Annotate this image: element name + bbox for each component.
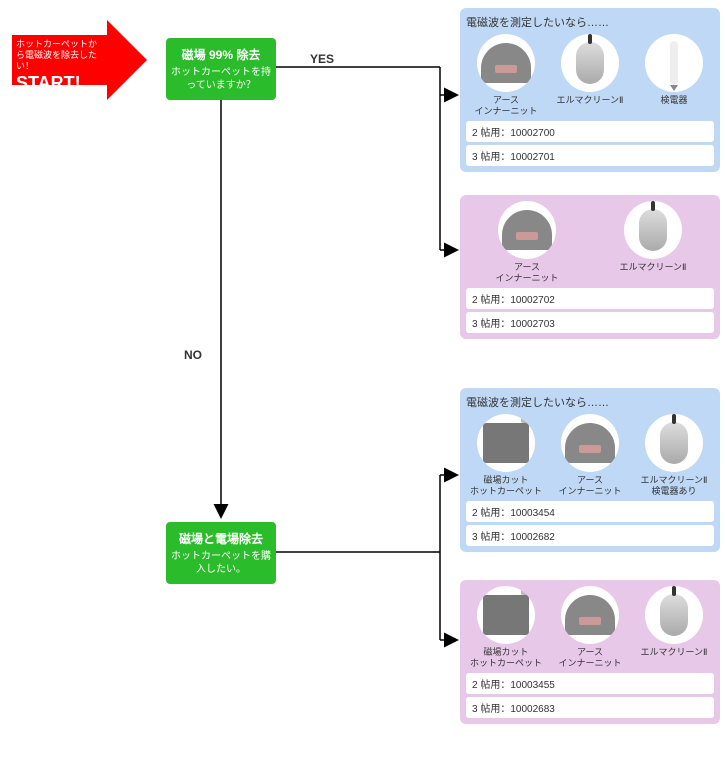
knit-icon	[481, 43, 531, 83]
product-image	[645, 34, 703, 92]
product-name: エルマクリーンⅡ	[550, 95, 630, 106]
label-yes: YES	[310, 52, 334, 66]
product-name: 磁場カットホットカーペット	[466, 475, 546, 497]
product-item: アースインナーニット	[466, 34, 546, 117]
product-name: 検電器	[634, 95, 714, 106]
start-arrow: ホットカーペットから電磁波を除去したい！ START!	[12, 20, 152, 100]
sku-row: 2 帖用：10002700	[466, 121, 714, 142]
node2-sub: ホットカーペットを購入したい。	[170, 550, 272, 576]
pen-icon	[670, 41, 678, 85]
product-item: エルマクリーンⅡ	[550, 34, 630, 117]
product-name: 磁場カットホットカーペット	[466, 647, 546, 669]
node1-title: 磁場 99% 除去	[170, 46, 272, 63]
product-image	[645, 586, 703, 644]
panel-3: 電磁波を測定したいなら…… 磁場カットホットカーペットアースインナーニットエルマ…	[460, 388, 720, 552]
product-item: エルマクリーンⅡ	[592, 201, 714, 284]
decision-node-2: 磁場と電場除去 ホットカーペットを購入したい。	[166, 522, 276, 584]
product-name: アースインナーニット	[550, 647, 630, 669]
sku-row: 2 帖用：10003455	[466, 673, 714, 694]
sku-row: 3 帖用：10002683	[466, 697, 714, 718]
node1-sub: ホットカーペットを持っていますか？	[170, 66, 272, 92]
panel-1-header: 電磁波を測定したいなら……	[466, 14, 714, 30]
start-line1: ホットカーペットから電磁波を除去したい！	[16, 39, 103, 71]
product-image	[477, 414, 535, 472]
panel-4: 磁場カットホットカーペットアースインナーニットエルマクリーンⅡ 2 帖用：100…	[460, 580, 720, 724]
sku-row: 2 帖用：10002702	[466, 288, 714, 309]
product-image	[498, 201, 556, 259]
product-item: アースインナーニット	[466, 201, 588, 284]
product-item: 磁場カットホットカーペット	[466, 586, 546, 669]
label-no: NO	[184, 348, 202, 362]
sku-row: 2 帖用：10003454	[466, 501, 714, 522]
panel-2: アースインナーニットエルマクリーンⅡ 2 帖用：10002702 3 帖用：100…	[460, 195, 720, 339]
product-item: 磁場カットホットカーペット	[466, 414, 546, 497]
product-name: エルマクリーンⅡ	[592, 262, 714, 273]
product-image	[477, 34, 535, 92]
carpet-icon	[483, 595, 529, 635]
carpet-icon	[483, 423, 529, 463]
product-name: アースインナーニット	[550, 475, 630, 497]
knit-icon	[565, 595, 615, 635]
product-image	[624, 201, 682, 259]
product-image	[645, 414, 703, 472]
knit-icon	[502, 210, 552, 250]
product-image	[561, 34, 619, 92]
decision-node-1: 磁場 99% 除去 ホットカーペットを持っていますか？	[166, 38, 276, 100]
start-line2: START!	[16, 73, 103, 94]
mouse-icon	[639, 209, 667, 251]
sku-row: 3 帖用：10002701	[466, 145, 714, 166]
product-item: エルマクリーンⅡ検電器あり	[634, 414, 714, 497]
node2-title: 磁場と電場除去	[170, 530, 272, 547]
product-name: アースインナーニット	[466, 262, 588, 284]
product-image	[561, 414, 619, 472]
product-name: エルマクリーンⅡ検電器あり	[634, 475, 714, 497]
sku-row: 3 帖用：10002682	[466, 525, 714, 546]
product-item: アースインナーニット	[550, 586, 630, 669]
mouse-icon	[660, 594, 688, 636]
product-item: アースインナーニット	[550, 414, 630, 497]
product-item: エルマクリーンⅡ	[634, 586, 714, 669]
product-image	[561, 586, 619, 644]
mouse-icon	[660, 422, 688, 464]
mouse-icon	[576, 42, 604, 84]
product-item: 検電器	[634, 34, 714, 117]
panel-1: 電磁波を測定したいなら…… アースインナーニットエルマクリーンⅡ 検電器 2 帖用…	[460, 8, 720, 172]
product-name: エルマクリーンⅡ	[634, 647, 714, 658]
panel-3-header: 電磁波を測定したいなら……	[466, 394, 714, 410]
sku-row: 3 帖用：10002703	[466, 312, 714, 333]
knit-icon	[565, 423, 615, 463]
product-name: アースインナーニット	[466, 95, 546, 117]
product-image	[477, 586, 535, 644]
